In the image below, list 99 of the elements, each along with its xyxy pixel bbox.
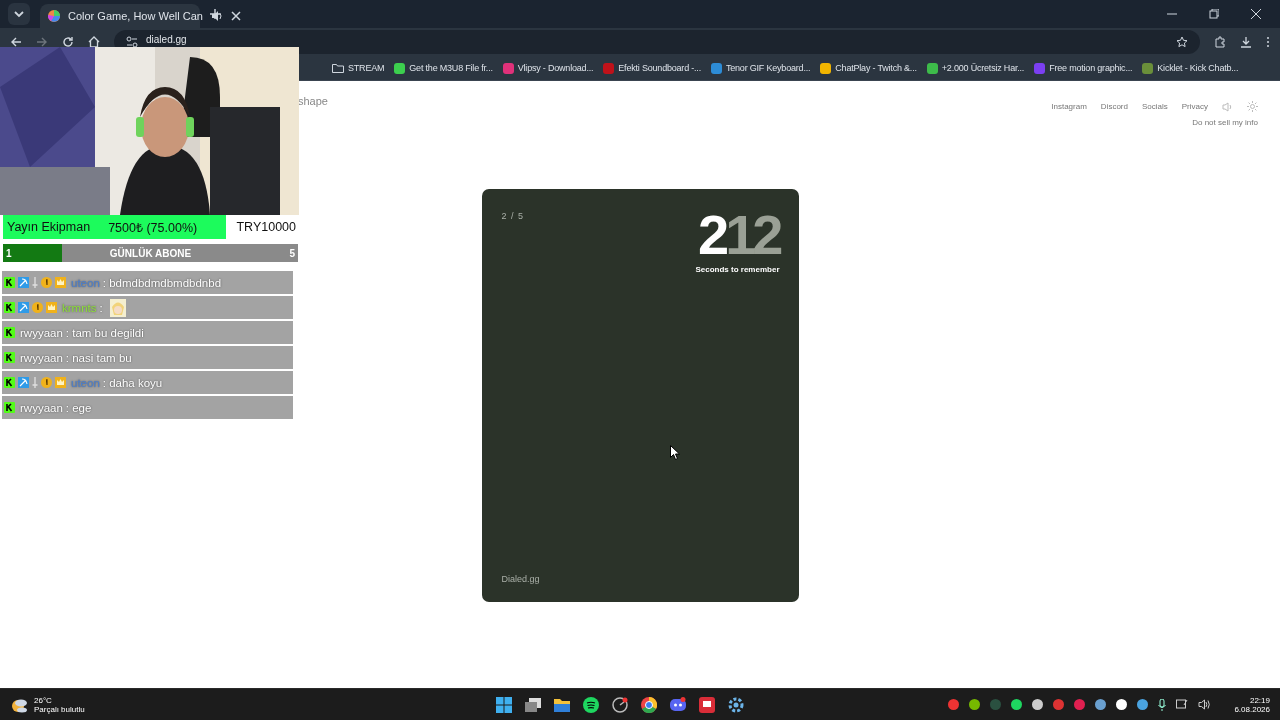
site-icon <box>1034 62 1046 74</box>
url-text: dialed.gg <box>146 33 187 45</box>
weather-text: Parçalı bulutlu <box>34 704 85 714</box>
round-counter: 2 / 5 <box>501 211 524 221</box>
windows-start-icon[interactable] <box>496 696 513 713</box>
bookmark[interactable]: Tenor GIF Keyboard... <box>710 62 811 74</box>
goal-start: 1 <box>6 247 12 259</box>
music-app-icon[interactable] <box>583 696 600 713</box>
chat-text: : daha koyu <box>102 376 163 389</box>
bookmark[interactable]: Efekti Soundboard -... <box>603 62 701 74</box>
nav-link[interactable]: Privacy <box>1181 102 1208 111</box>
back-icon[interactable] <box>10 36 22 48</box>
crown-badge-icon <box>46 302 57 313</box>
tray-app-icon[interactable] <box>1137 699 1149 710</box>
bookmark[interactable]: Vlipsy - Download... <box>502 62 594 74</box>
nav-link[interactable]: Instagram <box>1051 102 1087 111</box>
site-icon <box>1142 62 1154 74</box>
time-text: 22:19 <box>1249 695 1270 705</box>
cursor-icon <box>670 445 680 460</box>
tab-list-icon[interactable] <box>8 3 30 25</box>
menu-icon[interactable] <box>1266 36 1270 48</box>
address-bar[interactable]: dialed.gg <box>114 30 1200 54</box>
close-icon[interactable] <box>1251 9 1261 19</box>
kick-badge-icon <box>4 327 15 338</box>
sword-badge-icon <box>32 277 38 288</box>
footer-link[interactable]: Do not sell my info <box>1192 118 1258 127</box>
tray-app-icon[interactable] <box>1011 699 1023 710</box>
tab-title: Color Game, How Well Can <box>68 10 203 22</box>
microphone-icon[interactable] <box>1158 698 1167 711</box>
sword-badge-icon <box>32 377 38 388</box>
pickaxe-badge-icon <box>18 277 29 288</box>
weather-widget[interactable]: 26°C Parçalı bulutlu <box>10 695 240 714</box>
puzzle-icon[interactable] <box>1214 36 1226 48</box>
goal-label: Yayın Ekipman <box>7 220 91 234</box>
tray-app-icon[interactable] <box>969 699 981 710</box>
chat-text: : <box>99 301 103 314</box>
chat-app-icon[interactable] <box>670 696 687 713</box>
nav-link[interactable]: Socials <box>1141 102 1168 111</box>
date-text: 6.08.2026 <box>1234 704 1270 714</box>
crown-badge-icon <box>55 377 66 388</box>
home-icon[interactable] <box>88 36 100 48</box>
site-icon <box>926 62 938 74</box>
bookmark[interactable]: ChatPlay - Twitch &... <box>820 62 917 74</box>
gear-app-icon[interactable] <box>728 696 745 713</box>
bookmark[interactable]: +2.000 Ücretsiz Har... <box>926 62 1025 74</box>
kick-badge-icon <box>4 402 15 413</box>
goal-label: GÜNLÜK ABONE <box>109 247 192 259</box>
kick-badge-icon <box>4 277 15 288</box>
reload-icon[interactable] <box>62 36 74 48</box>
pickaxe-badge-icon <box>18 302 29 313</box>
kick-badge-icon <box>4 352 15 363</box>
restore-icon[interactable] <box>1209 9 1219 19</box>
gauge-app-icon[interactable] <box>612 696 629 713</box>
site-icon <box>394 62 406 74</box>
volume-icon[interactable] <box>1198 699 1211 710</box>
color-wheel-icon <box>48 10 60 22</box>
site-info-icon[interactable] <box>126 36 138 48</box>
tray-app-icon[interactable] <box>1095 699 1107 710</box>
folder-icon <box>332 63 344 73</box>
site-icon <box>603 62 615 74</box>
browser-app-icon[interactable] <box>641 696 658 713</box>
site-icon <box>710 62 722 74</box>
bookmark[interactable]: STREAM <box>332 63 385 73</box>
download-icon[interactable] <box>1240 36 1252 48</box>
bookmark[interactable]: Get the M3U8 File fr... <box>394 62 493 74</box>
chat-text: : tam bu degildi <box>65 326 144 339</box>
crown-badge-icon <box>55 277 66 288</box>
network-icon[interactable] <box>1176 698 1189 711</box>
kick-badge-icon <box>4 377 15 388</box>
tray-app-icon[interactable] <box>1116 699 1128 710</box>
coin-badge-icon <box>32 302 43 313</box>
goal-target: TRY10000 <box>236 220 296 234</box>
forward-icon <box>36 36 48 48</box>
site-logo[interactable]: shape <box>298 95 328 109</box>
square-app-icon[interactable] <box>699 696 716 713</box>
countdown-timer: 212 <box>698 209 780 261</box>
star-icon[interactable] <box>1176 36 1188 48</box>
nav-link[interactable]: Discord <box>1100 102 1128 111</box>
goal-amount: 7500₺ (75.00%) <box>108 219 198 236</box>
coin-badge-icon <box>41 277 52 288</box>
site-icon <box>502 62 514 74</box>
close-icon[interactable] <box>230 11 241 21</box>
bookmark[interactable]: Free motion graphic... <box>1034 62 1133 74</box>
folder-icon[interactable] <box>554 697 571 712</box>
chat-text: : bdmdbdmdbmdbdnbd <box>102 276 222 289</box>
chat-text: : ege <box>65 401 92 414</box>
task-view-icon[interactable] <box>525 697 542 712</box>
coin-badge-icon <box>41 377 52 388</box>
tray-app-icon[interactable] <box>1032 699 1044 710</box>
goal-end: 5 <box>289 247 295 259</box>
kick-badge-icon <box>4 302 15 313</box>
chat-text: : nasi tam bu <box>65 351 132 364</box>
site-icon <box>820 62 832 74</box>
pickaxe-badge-icon <box>18 377 29 388</box>
card-brand: Dialed.gg <box>501 574 541 584</box>
temperature: 26°C <box>34 695 53 705</box>
bookmark[interactable]: Kicklet - Kick Chatb... <box>1142 62 1239 74</box>
timer-label: Seconds to remember <box>695 265 780 274</box>
clock[interactable]: 22:19 6.08.2026 <box>1234 695 1270 714</box>
